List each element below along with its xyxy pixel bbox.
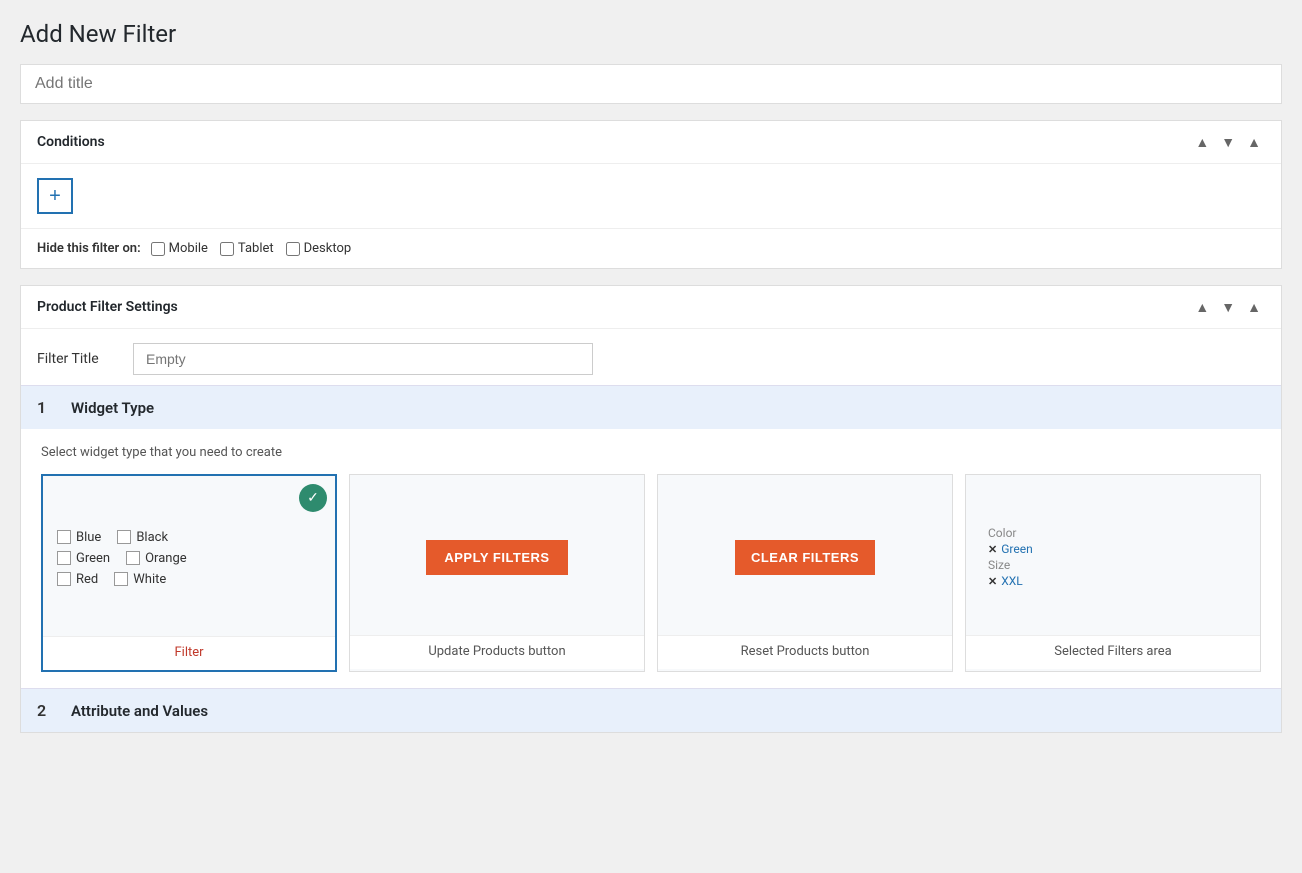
sf-size-value: XXL	[1001, 574, 1023, 588]
hide-mobile-checkbox[interactable]	[151, 242, 165, 256]
selected-card-label: Selected Filters area	[966, 635, 1260, 669]
checkbox-green: Green	[57, 551, 110, 566]
add-condition-button[interactable]: +	[37, 178, 73, 214]
conditions-card: Conditions ▲ ▼ ▲ + Hide this filter on: …	[20, 120, 1282, 269]
clear-filters-preview: CLEAR FILTERS	[735, 540, 875, 575]
checkbox-red: Red	[57, 572, 98, 587]
product-filter-header: Product Filter Settings ▲ ▼ ▲	[21, 286, 1281, 329]
product-filter-controls: ▲ ▼ ▲	[1191, 298, 1265, 316]
hide-desktop-checkbox[interactable]	[286, 242, 300, 256]
conditions-collapse-btn[interactable]: ▲	[1243, 133, 1265, 151]
widget-card-selected[interactable]: Color ✕ Green Size ✕ XXL	[965, 474, 1261, 672]
checkbox-white-box	[114, 572, 128, 586]
page-title: Add New Filter	[20, 20, 1282, 48]
reset-preview: CLEAR FILTERS	[658, 475, 952, 635]
update-preview: APPLY FILTERS	[350, 475, 644, 635]
product-filter-up-btn[interactable]: ▲	[1191, 298, 1213, 316]
checkbox-blue-label: Blue	[76, 530, 101, 545]
checkbox-black: Black	[117, 530, 168, 545]
hide-tablet-text: Tablet	[238, 241, 274, 256]
filter-row-1: Blue Black	[57, 530, 321, 545]
filter-checkboxes: Blue Black Green	[57, 530, 321, 587]
widget-area: Select widget type that you need to crea…	[21, 429, 1281, 688]
attribute-section-row: 2 Attribute and Values	[21, 688, 1281, 732]
conditions-title: Conditions	[37, 134, 105, 150]
conditions-down-btn[interactable]: ▼	[1217, 133, 1239, 151]
widget-card-update[interactable]: APPLY FILTERS Update Products button	[349, 474, 645, 672]
sf-color-label: Color	[988, 526, 1016, 540]
widget-section-number: 1	[37, 398, 57, 417]
checkbox-red-label: Red	[76, 572, 98, 587]
hide-mobile-label[interactable]: Mobile	[151, 241, 208, 256]
checkbox-white: White	[114, 572, 166, 587]
hide-filter-row: Hide this filter on: Mobile Tablet Deskt…	[21, 228, 1281, 268]
filter-card-label: Filter	[43, 636, 335, 670]
hide-filter-label: Hide this filter on:	[37, 241, 141, 256]
sf-size-x: ✕	[988, 575, 997, 588]
sf-content: Color ✕ Green Size ✕ XXL	[980, 516, 1246, 598]
checkbox-orange-label: Orange	[145, 551, 187, 566]
checkbox-white-label: White	[133, 572, 166, 587]
filter-title-label: Filter Title	[37, 351, 117, 367]
selected-filters-preview: Color ✕ Green Size ✕ XXL	[966, 475, 1260, 635]
filter-preview: Blue Black Green	[43, 476, 335, 636]
checkbox-orange: Orange	[126, 551, 187, 566]
checkbox-black-label: Black	[136, 530, 168, 545]
checkbox-black-box	[117, 530, 131, 544]
hide-desktop-text: Desktop	[304, 241, 352, 256]
hide-mobile-text: Mobile	[169, 241, 208, 256]
sf-size-value-row: ✕ XXL	[988, 574, 1238, 588]
checkbox-green-label: Green	[76, 551, 110, 566]
sf-color-value-row: ✕ Green	[988, 542, 1238, 556]
product-filter-card: Product Filter Settings ▲ ▼ ▲ Filter Tit…	[20, 285, 1282, 733]
checkbox-orange-box	[126, 551, 140, 565]
conditions-body: +	[21, 164, 1281, 228]
checkbox-red-box	[57, 572, 71, 586]
filter-row-2: Green Orange	[57, 551, 321, 566]
sf-color-value: Green	[1001, 542, 1032, 556]
conditions-up-btn[interactable]: ▲	[1191, 133, 1213, 151]
widget-card-reset[interactable]: CLEAR FILTERS Reset Products button	[657, 474, 953, 672]
filter-title-input[interactable]	[133, 343, 593, 375]
hide-tablet-label[interactable]: Tablet	[220, 241, 274, 256]
add-title-input[interactable]	[20, 64, 1282, 104]
sf-color-x: ✕	[988, 543, 997, 556]
checkbox-green-box	[57, 551, 71, 565]
sf-color-label-row: Color	[988, 526, 1238, 540]
filter-title-row: Filter Title	[21, 329, 1281, 385]
conditions-controls: ▲ ▼ ▲	[1191, 133, 1265, 151]
hide-desktop-label[interactable]: Desktop	[286, 241, 352, 256]
product-filter-down-btn[interactable]: ▼	[1217, 298, 1239, 316]
widget-grid: ✓ Blue Black	[41, 474, 1261, 672]
filter-row-3: Red White	[57, 572, 321, 587]
widget-type-section-row: 1 Widget Type	[21, 385, 1281, 429]
product-filter-collapse-btn[interactable]: ▲	[1243, 298, 1265, 316]
checkbox-blue: Blue	[57, 530, 101, 545]
update-card-label: Update Products button	[350, 635, 644, 669]
widget-card-filter[interactable]: ✓ Blue Black	[41, 474, 337, 672]
apply-filters-preview: APPLY FILTERS	[426, 540, 567, 575]
widget-description: Select widget type that you need to crea…	[41, 445, 1261, 460]
product-filter-title: Product Filter Settings	[37, 299, 178, 315]
attribute-section-number: 2	[37, 701, 57, 720]
widget-section-title: Widget Type	[71, 399, 154, 417]
conditions-header: Conditions ▲ ▼ ▲	[21, 121, 1281, 164]
attribute-section-title: Attribute and Values	[71, 702, 208, 720]
hide-tablet-checkbox[interactable]	[220, 242, 234, 256]
sf-size-label: Size	[988, 558, 1010, 572]
selected-checkmark: ✓	[299, 484, 327, 512]
sf-size-label-row: Size	[988, 558, 1238, 572]
reset-card-label: Reset Products button	[658, 635, 952, 669]
checkbox-blue-box	[57, 530, 71, 544]
